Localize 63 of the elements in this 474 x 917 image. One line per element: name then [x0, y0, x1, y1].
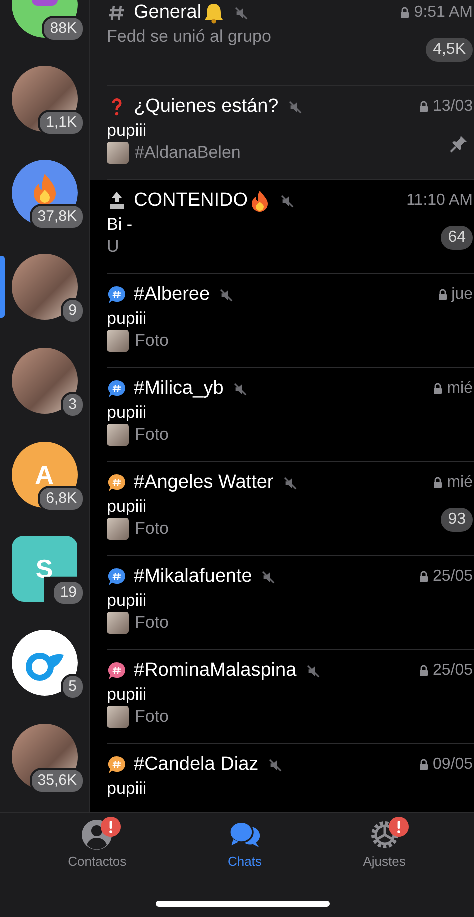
- topic-title: #Milica_yb: [134, 378, 224, 400]
- message-preview: pupiii: [107, 308, 148, 330]
- unread-count: 1,1K: [38, 110, 85, 136]
- topic-title: General: [134, 2, 202, 24]
- hash-icon: [107, 3, 127, 23]
- message-preview: Foto: [135, 706, 170, 728]
- message-preview: pupiii: [107, 684, 148, 706]
- topic-time: 13/03: [432, 98, 473, 116]
- fire-icon: [249, 190, 271, 212]
- message-preview: U: [107, 236, 120, 258]
- logo-avatar-icon[interactable]: [12, 630, 78, 696]
- photo-thumbnail: [107, 142, 129, 164]
- message-preview: #AldanaBelen: [135, 142, 241, 164]
- unread-count: 9: [60, 298, 85, 324]
- unread-count: 88K: [42, 16, 85, 42]
- topic-title: ¿Quienes están?: [134, 96, 279, 118]
- message-preview: pupiii: [107, 120, 148, 142]
- unread-count: 35,6K: [30, 768, 85, 794]
- message-preview: Bi -: [107, 214, 134, 236]
- unread-count: 19: [52, 580, 85, 606]
- top-arrow-icon: [107, 191, 127, 211]
- photo-thumbnail: [107, 518, 129, 540]
- unread-count: 4,5K: [426, 38, 473, 62]
- unread-count: 6,8K: [38, 486, 85, 512]
- photo-thumbnail: [107, 424, 129, 446]
- photo-thumbnail: [107, 330, 129, 352]
- tab[interactable]: Chats: [216, 819, 273, 869]
- bell-icon: [202, 2, 225, 24]
- unread-count: 5: [60, 674, 85, 700]
- topic-time: 25/05: [432, 568, 473, 586]
- message-preview: Foto: [135, 330, 170, 352]
- message-preview: pupiii: [107, 778, 148, 800]
- topic-title: #RominaMalaspina: [134, 660, 297, 682]
- message-preview: Fedd se unió al grupo: [107, 26, 272, 48]
- topic-time: 11:10 AM: [406, 192, 473, 210]
- topic-title: #Angeles Watter: [134, 472, 274, 494]
- tab[interactable]: Contactos: [58, 819, 137, 869]
- topic-title: CONTENIDO: [134, 190, 248, 212]
- topic-time: 9:51 AM: [414, 4, 473, 22]
- settings-icon: [368, 819, 401, 851]
- unread-count: 3: [60, 392, 85, 418]
- topic-time: 25/05: [432, 662, 473, 680]
- topic-title: #Candela Diaz: [134, 754, 259, 776]
- unread-count: 64: [441, 226, 473, 250]
- avatar-letter: A: [35, 462, 54, 488]
- message-preview: Foto: [135, 424, 170, 446]
- unread-count: 93: [441, 508, 473, 532]
- topic-title: #Mikalafuente: [134, 566, 252, 588]
- topic-time: mié: [447, 380, 473, 398]
- message-preview: Foto: [135, 612, 170, 634]
- message-preview: pupiii: [107, 496, 148, 518]
- message-preview: Foto: [135, 518, 170, 540]
- message-preview: pupiii: [107, 402, 148, 424]
- photo-thumbnail: [107, 706, 129, 728]
- topic-time: 09/05: [432, 756, 473, 774]
- topic-time: mié: [447, 474, 473, 492]
- avatar-letter: S: [36, 556, 54, 582]
- topic-time: jue: [452, 286, 473, 304]
- photo-thumbnail: [107, 612, 129, 634]
- topic-title: #Alberee: [134, 284, 210, 306]
- message-preview: pupiii: [107, 590, 148, 612]
- tab[interactable]: Ajustes: [353, 819, 416, 869]
- unread-count: 37,8K: [30, 204, 85, 230]
